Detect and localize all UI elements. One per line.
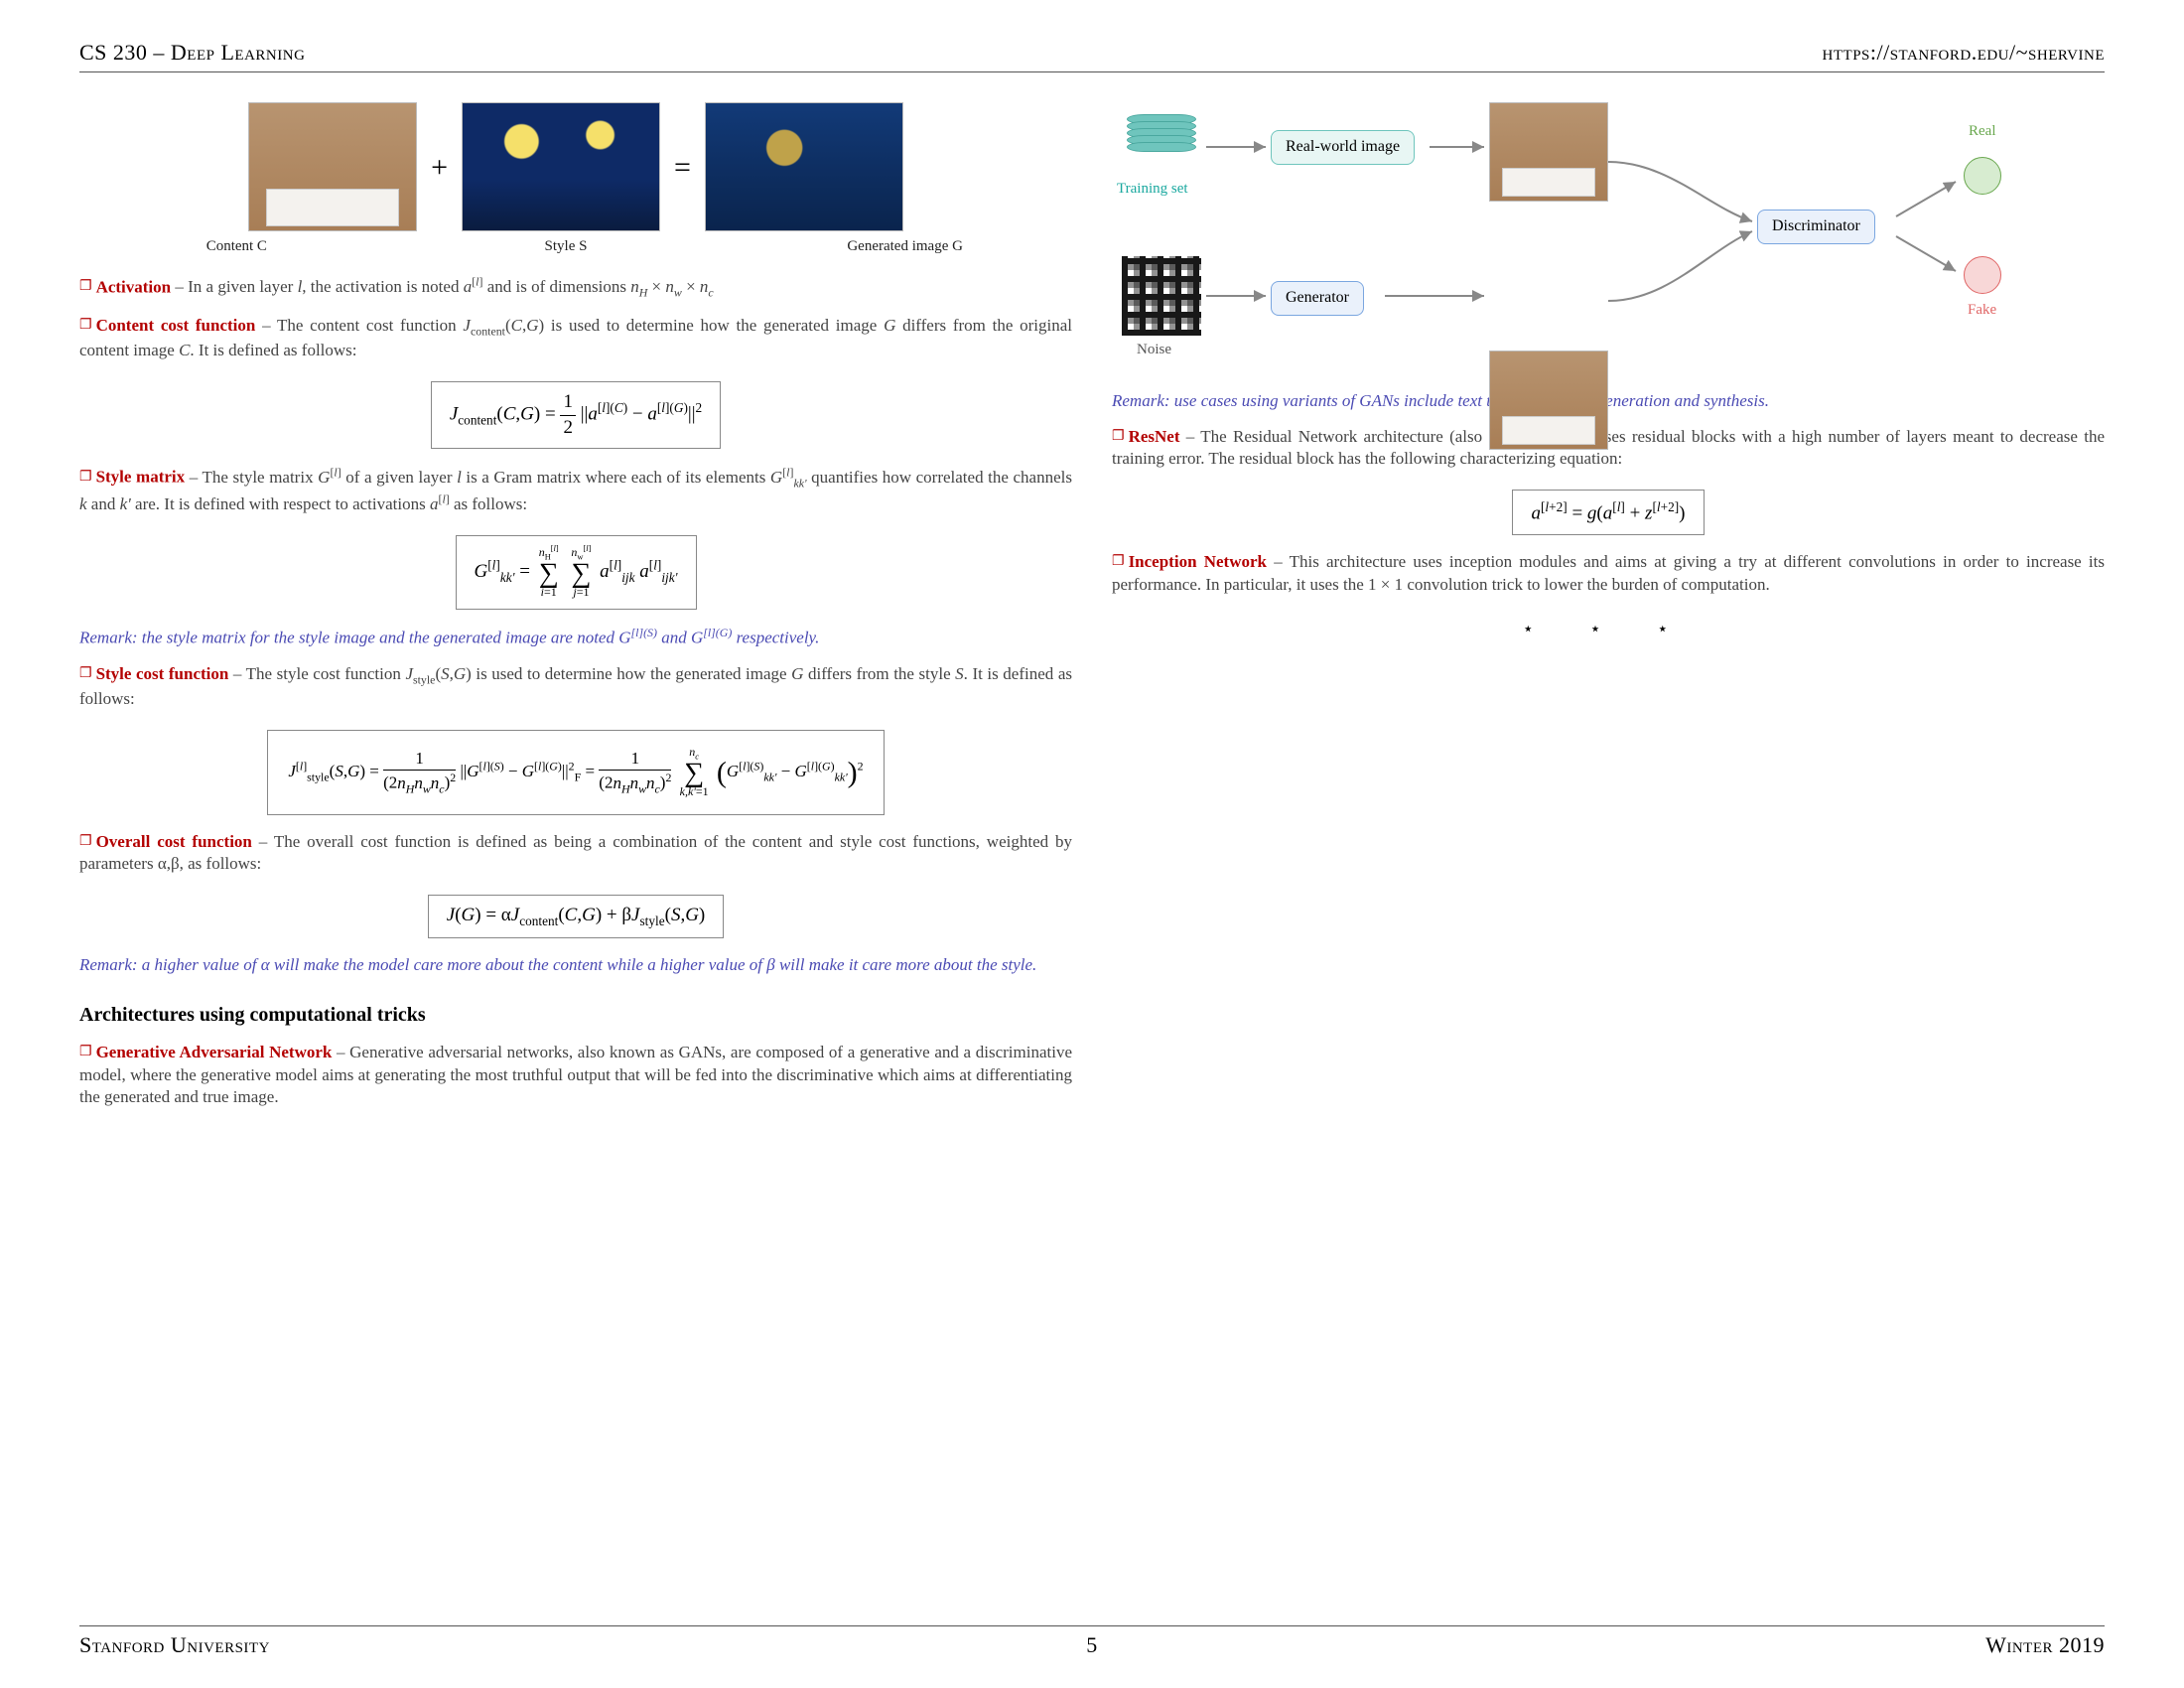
style-image bbox=[462, 102, 660, 231]
realworld-box: Real-world image bbox=[1271, 130, 1415, 165]
overall-cost-head: Overall cost function bbox=[96, 832, 252, 851]
overall-cost-formula-wrap: J(G) = αJcontent(C,G) + βJstyle(S,G) bbox=[79, 889, 1072, 954]
overall-cost-formula: J(G) = αJcontent(C,G) + βJstyle(S,G) bbox=[428, 895, 725, 938]
plus-icon: + bbox=[431, 148, 448, 187]
gan-arrows bbox=[1112, 102, 2105, 380]
resnet-head: ResNet bbox=[1129, 427, 1180, 446]
overall-cost-remark: Remark: a higher value of α will make th… bbox=[79, 954, 1072, 976]
style-transfer-captions: Content C Style S Generated image G bbox=[79, 237, 1072, 257]
real-circle-icon bbox=[1964, 157, 2001, 195]
inception-def: ❐Inception Network – This architecture u… bbox=[1112, 551, 2105, 595]
fake-circle-icon bbox=[1964, 256, 2001, 294]
style-cost-formula: J[l]style(S,G) = 1 (2nHnwnc)2 ||G[l](S) … bbox=[267, 730, 884, 815]
activation-body: – In a given layer l, the activation is … bbox=[171, 277, 714, 296]
style-transfer-figure: + = bbox=[79, 102, 1072, 231]
bookmark-icon: ❐ bbox=[79, 1045, 92, 1059]
resnet-def: ❐ ResNet – The Residual Network architect… bbox=[1112, 426, 2105, 470]
bookmark-icon: ❐ bbox=[1112, 554, 1125, 569]
header-left: CS 230 – Deep Learning bbox=[79, 40, 305, 66]
caption-content: Content C bbox=[137, 237, 336, 257]
style-matrix-def: ❐ Style matrix – The style matrix G[l] of… bbox=[79, 465, 1072, 514]
bookmark-icon: ❐ bbox=[79, 666, 92, 681]
real-image bbox=[1489, 102, 1608, 202]
resnet-body: – The Residual Network architecture (als… bbox=[1112, 427, 2105, 468]
resnet-formula-wrap: a[l+2] = g(a[l] + z[l+2]) bbox=[1112, 484, 2105, 551]
bookmark-icon: ❐ bbox=[79, 470, 92, 485]
section-divider-stars: ⋆ ⋆ ⋆ bbox=[1112, 618, 2105, 640]
footer-right: Winter 2019 bbox=[1985, 1632, 2105, 1658]
page-footer: Stanford University 5 Winter 2019 bbox=[79, 1625, 2105, 1658]
style-cost-body: – The style cost function Jstyle(S,G) is… bbox=[79, 664, 1072, 708]
equals-icon: = bbox=[674, 148, 691, 187]
activation-head: Activation bbox=[96, 277, 172, 296]
gan-diagram: Training set Real-world image Noise Gene… bbox=[1112, 102, 2105, 380]
content-cost-formula: Jcontent(C,G) = 12 ||a[l](C) − a[l](G)||… bbox=[431, 381, 721, 449]
gan-def: ❐Generative Adversarial Network – Genera… bbox=[79, 1042, 1072, 1107]
generated-image bbox=[705, 102, 903, 231]
fake-label: Fake bbox=[1968, 301, 1996, 321]
style-cost-formula-wrap: J[l]style(S,G) = 1 (2nHnwnc)2 ||G[l](S) … bbox=[79, 724, 1072, 831]
discriminator-box: Discriminator bbox=[1757, 210, 1875, 244]
gan-head: Generative Adversarial Network bbox=[96, 1043, 333, 1061]
left-column: + = Content C Style S Generated image G … bbox=[79, 102, 1072, 1122]
section-architectures: Architectures using computational tricks bbox=[79, 1002, 1072, 1028]
two-column-layout: + = Content C Style S Generated image G … bbox=[79, 102, 2105, 1122]
caption-generated: Generated image G bbox=[796, 237, 1015, 257]
bookmark-icon: ❐ bbox=[79, 834, 92, 849]
style-matrix-body: – The style matrix G[l] of a given layer… bbox=[79, 468, 1072, 513]
bookmark-icon: ❐ bbox=[1112, 429, 1125, 444]
content-cost-head: Content cost function bbox=[96, 316, 256, 335]
inception-head: Inception Network bbox=[1129, 552, 1267, 571]
training-set-icon bbox=[1127, 117, 1196, 177]
generator-box: Generator bbox=[1271, 281, 1364, 316]
content-cost-formula-wrap: Jcontent(C,G) = 12 ||a[l](C) − a[l](G)||… bbox=[79, 375, 1072, 465]
resnet-formula: a[l+2] = g(a[l] + z[l+2]) bbox=[1512, 490, 1704, 535]
activation-def: ❐ Activation – In a given layer l, the ac… bbox=[79, 275, 1072, 302]
content-image bbox=[248, 102, 417, 231]
caption-style: Style S bbox=[452, 237, 680, 257]
style-matrix-remark: Remark: the style matrix for the style i… bbox=[79, 626, 1072, 649]
gan-remark: Remark: use cases using variants of GANs… bbox=[1112, 390, 2105, 412]
noise-label: Noise bbox=[1137, 341, 1171, 360]
footer-left: Stanford University bbox=[79, 1632, 270, 1658]
bookmark-icon: ❐ bbox=[79, 279, 92, 294]
content-cost-def: ❐Content cost function – The content cos… bbox=[79, 315, 1072, 361]
style-cost-head: Style cost function bbox=[96, 664, 229, 683]
real-label: Real bbox=[1969, 122, 1996, 142]
right-column: Training set Real-world image Noise Gene… bbox=[1112, 102, 2105, 1122]
style-matrix-formula-wrap: G[l]kk' = nH[l] ∑ i=1 nw[l] ∑ j=1 a[l]ij… bbox=[79, 529, 1072, 626]
page-number: 5 bbox=[1086, 1632, 1098, 1658]
style-matrix-formula: G[l]kk' = nH[l] ∑ i=1 nw[l] ∑ j=1 a[l]ij… bbox=[456, 535, 697, 610]
style-matrix-head: Style matrix bbox=[96, 468, 186, 487]
overall-cost-def: ❐Overall cost function – The overall cos… bbox=[79, 831, 1072, 875]
training-set-label: Training set bbox=[1117, 180, 1188, 200]
noise-icon bbox=[1122, 256, 1201, 336]
bookmark-icon: ❐ bbox=[79, 318, 92, 333]
generated-sample-image bbox=[1489, 351, 1608, 450]
page-header: CS 230 – Deep Learning https://stanford.… bbox=[79, 40, 2105, 72]
header-right: https://stanford.edu/~shervine bbox=[1823, 40, 2105, 66]
style-cost-def: ❐ Style cost function – The style cost fu… bbox=[79, 663, 1072, 710]
